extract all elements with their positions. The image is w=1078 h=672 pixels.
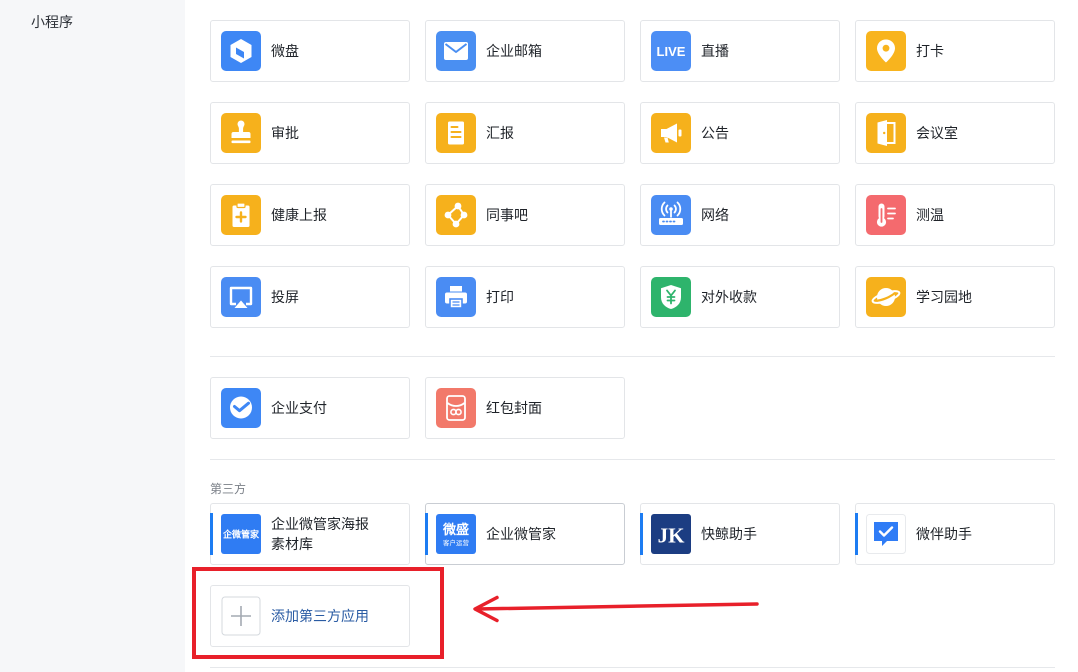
logo-text: JK: [658, 524, 686, 548]
app-label: 学习园地: [916, 289, 972, 305]
app-label: 企业微管家: [486, 526, 556, 542]
third-party-apps-grid: 企微管家 企业微管家海报素材库 微盛 客户运营 企业微管家 JK 快鲸助手 微伴…: [210, 503, 1055, 565]
logo-text: LIVE: [657, 44, 686, 59]
builtin-apps-grid: 微盘 企业邮箱 LIVE 直播 打卡 审批 汇报 公告 会议室 健康上报 同事吧…: [210, 20, 1055, 328]
app-label: 打卡: [916, 43, 944, 59]
app-temperature[interactable]: 测温: [855, 184, 1055, 246]
card-accent-bar: [855, 513, 858, 555]
section-divider: [210, 667, 1055, 668]
app-approval[interactable]: 审批: [210, 102, 410, 164]
app-check-in[interactable]: 打卡: [855, 20, 1055, 82]
app-label: 对外收款: [701, 289, 757, 305]
third-party-app-weiban[interactable]: 微伴助手: [855, 503, 1055, 565]
app-learning-garden[interactable]: 学习园地: [855, 266, 1055, 328]
sidebar: 小程序: [0, 0, 185, 672]
app-label: 微盘: [271, 43, 299, 59]
app-network[interactable]: 网络: [640, 184, 840, 246]
qiwei-guanjia-logo-icon: 企微管家: [221, 514, 261, 554]
third-party-section-title: 第三方: [210, 482, 247, 496]
app-live[interactable]: LIVE 直播: [640, 20, 840, 82]
stamp-icon: [221, 113, 261, 153]
add-app-row: 添加第三方应用: [210, 585, 1055, 647]
app-label: 快鲸助手: [701, 526, 757, 542]
app-enterprise-pay[interactable]: 企业支付: [210, 377, 410, 439]
door-icon: [866, 113, 906, 153]
weipan-icon: [221, 31, 261, 71]
section-divider: [210, 459, 1055, 460]
app-label: 企业微管家海报素材库: [271, 516, 369, 552]
card-accent-bar: [640, 513, 643, 555]
third-party-app-kuaijing[interactable]: JK 快鲸助手: [640, 503, 840, 565]
add-third-party-app-button[interactable]: 添加第三方应用: [210, 585, 410, 647]
network-nodes-icon: [436, 195, 476, 235]
logo-text: 微盛: [442, 522, 469, 537]
section-divider: [210, 356, 1055, 357]
card-accent-bar: [210, 513, 213, 555]
card-accent-bar: [425, 513, 428, 555]
add-third-party-app-label: 添加第三方应用: [271, 608, 369, 624]
thermometer-icon: [866, 195, 906, 235]
app-label: 打印: [486, 289, 514, 305]
plus-icon: [221, 596, 261, 636]
location-pin-icon: [866, 31, 906, 71]
app-label: 企业支付: [271, 400, 327, 416]
app-label: 审批: [271, 125, 299, 141]
app-print[interactable]: 打印: [425, 266, 625, 328]
app-label: 直播: [701, 43, 729, 59]
app-label: 汇报: [486, 125, 514, 141]
app-label: 公告: [701, 125, 729, 141]
wifi-router-icon: [651, 195, 691, 235]
third-party-app-poster-library[interactable]: 企微管家 企业微管家海报素材库: [210, 503, 410, 565]
kuaijing-logo-icon: JK: [651, 514, 691, 554]
logo-text: 企微管家: [222, 529, 260, 540]
payment-apps-grid: 企业支付 红包封面: [210, 377, 1055, 439]
app-label: 投屏: [271, 289, 299, 305]
app-health-report[interactable]: 健康上报: [210, 184, 410, 246]
app-label: 会议室: [916, 125, 958, 141]
app-label: 网络: [701, 207, 729, 223]
app-label: 微伴助手: [916, 526, 972, 542]
app-weipan[interactable]: 微盘: [210, 20, 410, 82]
document-icon: [436, 113, 476, 153]
app-announcement[interactable]: 公告: [640, 102, 840, 164]
weiban-chat-icon: [866, 514, 906, 554]
sidebar-item-mini-programs[interactable]: 小程序: [31, 12, 73, 32]
printer-icon: [436, 277, 476, 317]
weisheng-logo-icon: 微盛 客户运营: [436, 514, 476, 554]
yuan-shield-icon: [651, 277, 691, 317]
app-meeting-room[interactable]: 会议室: [855, 102, 1055, 164]
screen-cast-icon: [221, 277, 261, 317]
wechat-pay-icon: [221, 388, 261, 428]
clipboard-plus-icon: [221, 195, 261, 235]
app-label: 测温: [916, 207, 944, 223]
red-packet-icon: [436, 388, 476, 428]
logo-subtext: 客户运营: [443, 538, 470, 547]
app-label: 企业邮箱: [486, 43, 542, 59]
app-label: 红包封面: [486, 400, 542, 416]
planet-icon: [866, 277, 906, 317]
app-enterprise-mail[interactable]: 企业邮箱: [425, 20, 625, 82]
app-colleague-circle[interactable]: 同事吧: [425, 184, 625, 246]
megaphone-icon: [651, 113, 691, 153]
mail-icon: [436, 31, 476, 71]
app-report[interactable]: 汇报: [425, 102, 625, 164]
third-party-app-weisheng[interactable]: 微盛 客户运营 企业微管家: [425, 503, 625, 565]
app-label: 健康上报: [271, 207, 327, 223]
app-red-packet-cover[interactable]: 红包封面: [425, 377, 625, 439]
app-external-payment[interactable]: 对外收款: [640, 266, 840, 328]
app-label: 同事吧: [486, 207, 528, 223]
app-screen-cast[interactable]: 投屏: [210, 266, 410, 328]
live-icon: LIVE: [651, 31, 691, 71]
